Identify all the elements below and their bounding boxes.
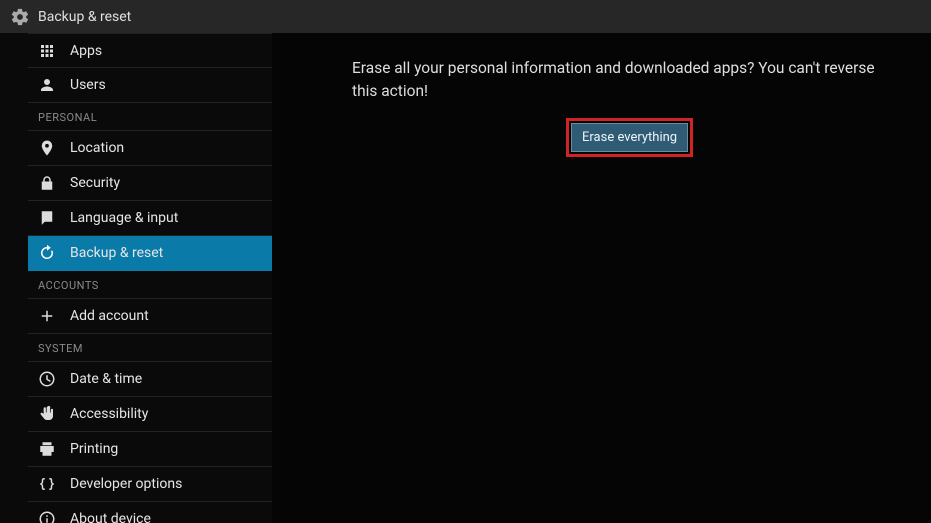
sidebar-item-developer[interactable]: Developer options [28,467,272,502]
location-icon [38,139,56,157]
sidebar-item-label: Location [70,140,124,156]
sidebar-item-security[interactable]: Security [28,166,272,201]
sidebar-item-backup-reset[interactable]: Backup & reset [28,236,272,271]
sidebar-item-language[interactable]: Language & input [28,201,272,236]
sidebar-item-printing[interactable]: Printing [28,432,272,467]
content-pane: Erase all your personal information and … [272,33,931,523]
highlight-box: Erase everything [566,118,693,157]
settings-sidebar: Apps Users PERSONAL Location Security [0,33,272,523]
sidebar-item-apps[interactable]: Apps [28,33,272,68]
sidebar-section-system: SYSTEM [28,334,272,362]
plus-icon [38,307,56,325]
sidebar-item-label: Developer options [70,476,182,492]
sidebar-item-label: Backup & reset [70,245,163,261]
braces-icon [38,475,56,493]
users-icon [38,76,56,94]
clock-icon [38,370,56,388]
lock-icon [38,174,56,192]
sidebar-section-accounts: ACCOUNTS [28,271,272,299]
sidebar-item-datetime[interactable]: Date & time [28,362,272,397]
sidebar-item-label: About device [70,511,151,523]
sidebar-item-label: Date & time [70,371,142,387]
page-title: Backup & reset [38,9,131,25]
language-icon [38,209,56,227]
sidebar-item-label: Language & input [70,210,178,226]
sidebar-item-users[interactable]: Users [28,68,272,103]
sidebar-item-accessibility[interactable]: Accessibility [28,397,272,432]
sidebar-item-about[interactable]: About device [28,502,272,523]
sidebar-item-add-account[interactable]: Add account [28,299,272,334]
sidebar-item-label: Add account [70,308,149,324]
sidebar-item-label: Apps [70,43,102,59]
info-icon [38,510,56,523]
sidebar-item-label: Security [70,175,120,191]
erase-warning-text: Erase all your personal information and … [352,57,891,104]
gear-icon [10,7,30,27]
sidebar-item-location[interactable]: Location [28,131,272,166]
apps-icon [38,42,56,60]
app-header: Backup & reset [0,0,931,33]
hand-icon [38,405,56,423]
backup-icon [38,244,56,262]
sidebar-item-label: Users [70,77,106,93]
sidebar-item-label: Printing [70,441,118,457]
erase-everything-button[interactable]: Erase everything [571,123,688,152]
printer-icon [38,440,56,458]
sidebar-section-personal: PERSONAL [28,103,272,131]
sidebar-item-label: Accessibility [70,406,148,422]
